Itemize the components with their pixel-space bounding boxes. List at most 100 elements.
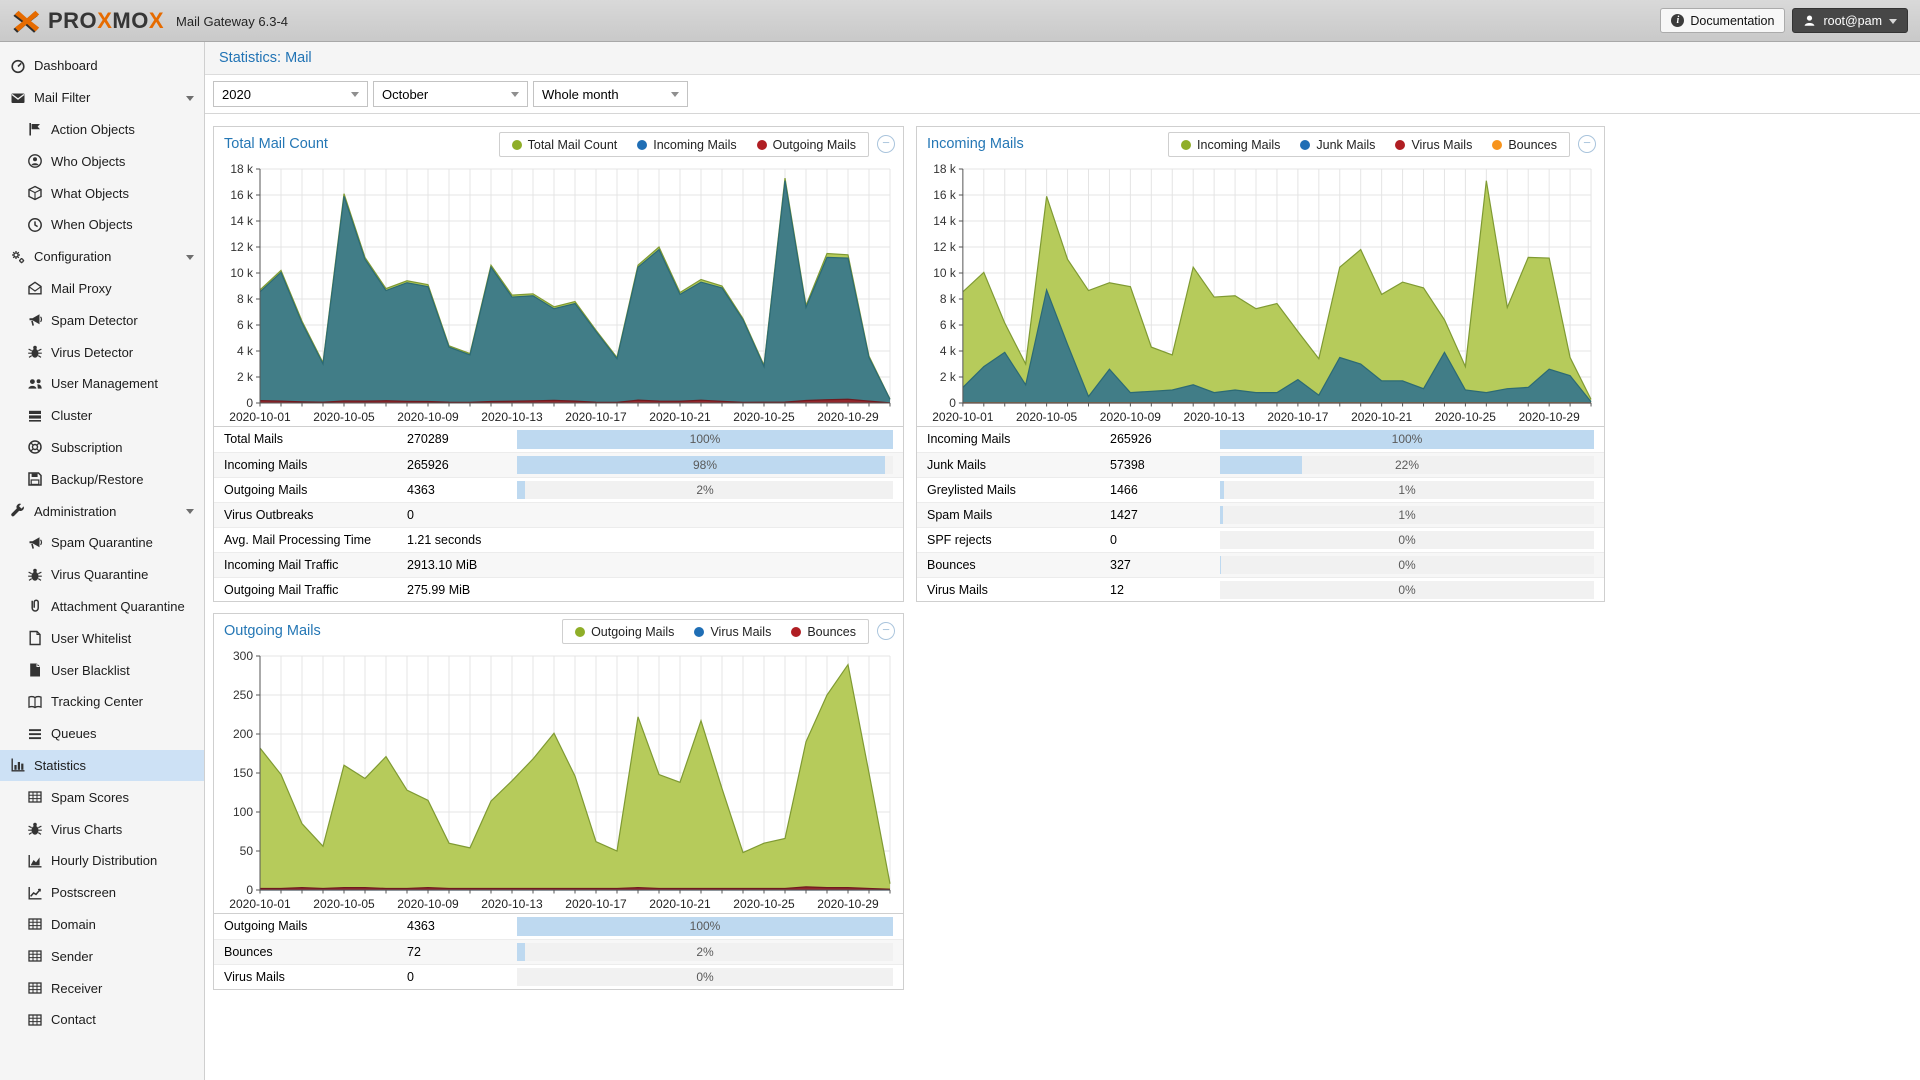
panel-title: Outgoing Mails xyxy=(224,623,321,639)
svg-text:2020-10-29: 2020-10-29 xyxy=(817,410,879,424)
stat-label: Virus Mails xyxy=(224,970,285,984)
svg-text:10 k: 10 k xyxy=(933,266,956,280)
percent-bar: 98% xyxy=(517,456,893,474)
sidebar-item-user-management[interactable]: User Management xyxy=(0,368,204,400)
range-select[interactable]: Whole month xyxy=(533,81,688,107)
user-menu-button[interactable]: root@pam xyxy=(1792,8,1908,33)
sidebar-item-label: Virus Detector xyxy=(51,345,133,360)
svg-text:0: 0 xyxy=(949,396,956,410)
sidebar-item-label: Cluster xyxy=(51,408,92,423)
sidebar-item-who-objects[interactable]: Who Objects xyxy=(0,145,204,177)
collapse-panel-icon[interactable]: − xyxy=(1578,135,1596,153)
sidebar-item-queues[interactable]: Queues xyxy=(0,718,204,750)
legend-item-incoming-mails[interactable]: Incoming Mails xyxy=(1181,138,1280,152)
sidebar-item-spam-detector[interactable]: Spam Detector xyxy=(0,304,204,336)
sidebar-item-hourly-distribution[interactable]: Hourly Distribution xyxy=(0,845,204,877)
sidebar-item-attachment-quarantine[interactable]: Attachment Quarantine xyxy=(0,591,204,623)
sidebar-item-contact[interactable]: Contact xyxy=(0,1004,204,1036)
sidebar-item-sender[interactable]: Sender xyxy=(0,940,204,972)
legend-item-virus-mails[interactable]: Virus Mails xyxy=(694,625,771,639)
sidebar-item-postscreen[interactable]: Postscreen xyxy=(0,877,204,909)
legend-item-bounces[interactable]: Bounces xyxy=(791,625,856,639)
legend-item-bounces[interactable]: Bounces xyxy=(1492,138,1557,152)
stat-value: 270289 xyxy=(407,432,449,446)
legend-item-virus-mails[interactable]: Virus Mails xyxy=(1395,138,1472,152)
paperclip-icon xyxy=(27,598,43,614)
sidebar-item-label: Virus Quarantine xyxy=(51,567,148,582)
stat-row-outgoing-mails: Outgoing Mails4363100% xyxy=(214,914,903,939)
bullhorn-icon xyxy=(27,312,43,328)
incoming-mails-chart: 02 k4 k6 k8 k10 k12 k14 k16 k18 k2020-10… xyxy=(917,162,1604,426)
sidebar-item-tracking-center[interactable]: Tracking Center xyxy=(0,686,204,718)
stat-value: 12 xyxy=(1110,583,1124,597)
sidebar-item-user-whitelist[interactable]: User Whitelist xyxy=(0,622,204,654)
legend-item-total-mail-count[interactable]: Total Mail Count xyxy=(512,138,618,152)
stat-row-virus-mails: Virus Mails00% xyxy=(214,964,903,989)
sidebar-item-dashboard[interactable]: Dashboard xyxy=(0,50,204,82)
sidebar-item-statistics[interactable]: Statistics xyxy=(0,750,204,782)
svg-text:2020-10-13: 2020-10-13 xyxy=(481,897,543,911)
percent-bar: 22% xyxy=(1220,456,1594,474)
sidebar-item-subscription[interactable]: Subscription xyxy=(0,432,204,464)
mail-open-icon xyxy=(27,280,43,296)
user-icon xyxy=(1803,14,1816,27)
year-select[interactable]: 2020 xyxy=(213,81,368,107)
proxmox-x-icon xyxy=(12,6,42,36)
collapse-panel-icon[interactable]: − xyxy=(877,135,895,153)
legend-item-junk-mails[interactable]: Junk Mails xyxy=(1300,138,1375,152)
stat-label: Total Mails xyxy=(224,432,283,446)
percent-text: 0% xyxy=(1220,583,1594,597)
sidebar-item-spam-quarantine[interactable]: Spam Quarantine xyxy=(0,527,204,559)
svg-text:2020-10-05: 2020-10-05 xyxy=(313,410,375,424)
sidebar-item-administration[interactable]: Administration xyxy=(0,495,204,527)
stat-value: 2913.10 MiB xyxy=(407,558,477,572)
sidebar-item-label: Sender xyxy=(51,949,93,964)
sidebar-item-cluster[interactable]: Cluster xyxy=(0,400,204,432)
legend-label: Bounces xyxy=(807,625,856,639)
legend-item-outgoing-mails[interactable]: Outgoing Mails xyxy=(757,138,856,152)
svg-text:300: 300 xyxy=(233,649,253,663)
sidebar-item-configuration[interactable]: Configuration xyxy=(0,241,204,273)
sidebar-item-backup-restore[interactable]: Backup/Restore xyxy=(0,463,204,495)
svg-text:2020-10-13: 2020-10-13 xyxy=(1184,410,1245,424)
svg-text:8 k: 8 k xyxy=(237,292,254,306)
sidebar-item-when-objects[interactable]: When Objects xyxy=(0,209,204,241)
stat-label: Bounces xyxy=(927,558,976,572)
svg-text:18 k: 18 k xyxy=(933,162,956,176)
sidebar-item-domain[interactable]: Domain xyxy=(0,909,204,941)
documentation-button[interactable]: i Documentation xyxy=(1660,8,1785,33)
sidebar-item-virus-quarantine[interactable]: Virus Quarantine xyxy=(0,559,204,591)
stat-row-virus-outbreaks: Virus Outbreaks0 xyxy=(214,502,903,527)
sidebar-item-virus-detector[interactable]: Virus Detector xyxy=(0,336,204,368)
sidebar-item-label: Statistics xyxy=(34,758,86,773)
legend-item-incoming-mails[interactable]: Incoming Mails xyxy=(637,138,736,152)
stat-row-outgoing-mail-traffic: Outgoing Mail Traffic275.99 MiB xyxy=(214,577,903,602)
stat-label: Incoming Mails xyxy=(224,458,307,472)
sidebar-item-action-objects[interactable]: Action Objects xyxy=(0,114,204,146)
collapse-panel-icon[interactable]: − xyxy=(877,622,895,640)
percent-bar: 100% xyxy=(1220,430,1594,449)
sidebar-item-user-blacklist[interactable]: User Blacklist xyxy=(0,654,204,686)
stat-row-spf-rejects: SPF rejects00% xyxy=(917,527,1604,552)
svg-text:16 k: 16 k xyxy=(933,188,956,202)
sidebar-item-spam-scores[interactable]: Spam Scores xyxy=(0,781,204,813)
stat-label: Incoming Mail Traffic xyxy=(224,558,338,572)
percent-bar: 0% xyxy=(1220,556,1594,574)
month-select[interactable]: October xyxy=(373,81,528,107)
legend-item-outgoing-mails[interactable]: Outgoing Mails xyxy=(575,625,674,639)
sidebar-item-label: Spam Quarantine xyxy=(51,535,153,550)
chevron-down-icon xyxy=(186,509,194,514)
sidebar-item-mail-filter[interactable]: Mail Filter xyxy=(0,82,204,114)
sidebar-item-receiver[interactable]: Receiver xyxy=(0,972,204,1004)
legend-label: Total Mail Count xyxy=(528,138,618,152)
sidebar-item-mail-proxy[interactable]: Mail Proxy xyxy=(0,273,204,305)
svg-text:6 k: 6 k xyxy=(940,318,956,332)
users-icon xyxy=(27,376,43,392)
stat-label: Outgoing Mails xyxy=(224,483,307,497)
svg-text:2020-10-17: 2020-10-17 xyxy=(565,897,627,911)
sidebar-item-what-objects[interactable]: What Objects xyxy=(0,177,204,209)
sidebar-item-virus-charts[interactable]: Virus Charts xyxy=(0,813,204,845)
sidebar-item-label: Mail Proxy xyxy=(51,281,112,296)
total-mail-count-table: Total Mails270289100%Incoming Mails26592… xyxy=(214,426,903,602)
flag-icon xyxy=(27,121,43,137)
